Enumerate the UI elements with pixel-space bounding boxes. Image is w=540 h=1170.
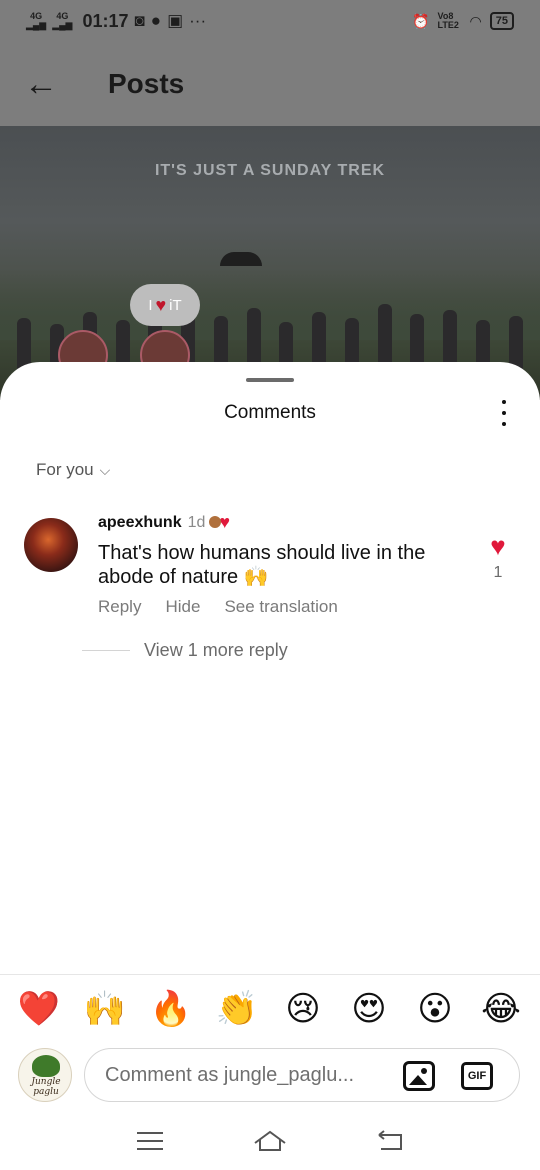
chevron-down-icon: ⌵ [99,461,111,478]
person [443,310,458,370]
filter-label: For you [36,460,94,479]
signal-bars-2: ▂▄▆ [52,20,73,30]
like-count: 1 [493,564,503,581]
posts-header: ← Posts [0,42,540,126]
like-heart-icon[interactable]: ♥ [490,533,505,559]
comment-like: ♥ 1 [482,533,514,582]
comment-input-box: GIF [84,1048,520,1102]
comment-input[interactable] [105,1063,395,1087]
comment-meta: apeexhunk 1d ♥ [98,512,470,533]
emoji-heart-eyes[interactable]: 😍 [345,989,393,1029]
see-translation-button[interactable]: See translation [224,597,337,617]
status-right: ⏰ Vo8 LTE2 ◠ 75 [412,12,514,30]
page-title: Posts [108,68,185,99]
signal-icon-1: 4G ▂▄▆ [26,12,46,30]
volte-indicator: Vo8 LTE2 [437,11,459,30]
tree-logo-icon [32,1055,60,1077]
emoji-raised-hands[interactable]: 🙌 [81,989,129,1029]
mail-notification-icon: ▣ [167,11,184,30]
back-arrow-icon[interactable]: ← [24,65,84,104]
comment-text: That's how humans should live in the abo… [98,542,426,588]
umbrella-figure [220,252,262,266]
image-picker-icon[interactable] [403,1061,435,1091]
person [246,308,261,370]
clock: 01:17 [82,10,129,31]
more-notifications-icon: ··· [189,11,207,30]
comment-body: apeexhunk 1d ♥ That's how humans should … [98,512,470,617]
battery-icon: 75 [489,12,514,30]
user-avatar[interactable]: Jungle paglu [18,1048,72,1102]
person [508,316,523,370]
signal-icon-2: 4G ▂▄▆ [52,12,72,30]
commenter-avatar[interactable] [24,518,78,572]
instagram-notification-icon: ◙ [134,11,145,30]
comment-time: 1d [187,513,206,531]
wifi-icon: ◠ [469,12,482,29]
alarm-icon: ⏰ [412,12,430,29]
status-bar: 4G ▂▄▆ 4G ▂▄▆ 01:17 ◙ ● ▣ ··· ⏰ Vo8 LTE2 ◠… [0,0,540,42]
person [17,318,32,370]
status-left: 4G ▂▄▆ 4G ▂▄▆ 01:17 ◙ ● ▣ ··· [26,11,206,32]
post-overlay-text: IT'S JUST A SUNDAY TREK [154,162,386,179]
system-navigation-bar [0,1112,540,1170]
reply-button[interactable]: Reply [98,597,141,617]
more-options-icon[interactable] [494,400,514,426]
emoji-laughing[interactable]: 😂 [477,989,525,1029]
heart-icon: ♥ [155,294,167,315]
signal-bars-1: ▂▄▆ [26,20,47,30]
drag-handle[interactable] [246,378,294,382]
emoji-surprised[interactable]: 😮 [411,989,459,1029]
emoji-crying[interactable]: 😢 [279,989,327,1029]
comment-actions: Reply Hide See translation [98,597,470,617]
emoji-heart[interactable]: ❤️ [15,989,63,1029]
divider-line [82,650,130,651]
hide-button[interactable]: Hide [165,597,200,617]
badge-text-right: iT [169,296,182,314]
love-it-badge: I ♥ iT [130,284,200,326]
comment-input-row: Jungle paglu GIF [0,1044,540,1106]
emoji-clap[interactable]: 👏 [213,989,261,1029]
badge-text-left: I [148,296,153,314]
comment-filter-dropdown[interactable]: For you ⌵ [36,460,110,480]
person [377,304,392,370]
emoji-reaction-bar: ❤️ 🙌 🔥 👏 😢 😍 😮 😂 [0,974,540,1042]
message-notification-icon: ● [150,11,162,30]
emoji-fire[interactable]: 🔥 [147,989,195,1029]
avatar-brand-text: Jungle paglu [31,1077,61,1097]
home-icon[interactable] [252,1126,288,1156]
post-image: IT'S JUST A SUNDAY TREK I ♥ iT [0,126,540,400]
sheet-title: Comments [224,402,316,423]
view-replies-button[interactable]: View 1 more reply [82,640,288,661]
commenter-username[interactable]: apeexhunk [98,514,182,532]
back-navigation-icon[interactable] [372,1126,408,1156]
view-replies-label: View 1 more reply [144,640,288,660]
gif-button[interactable]: GIF [461,1062,493,1090]
recents-menu-icon[interactable] [132,1126,168,1156]
author-liked-heart-icon: ♥ [209,512,230,533]
